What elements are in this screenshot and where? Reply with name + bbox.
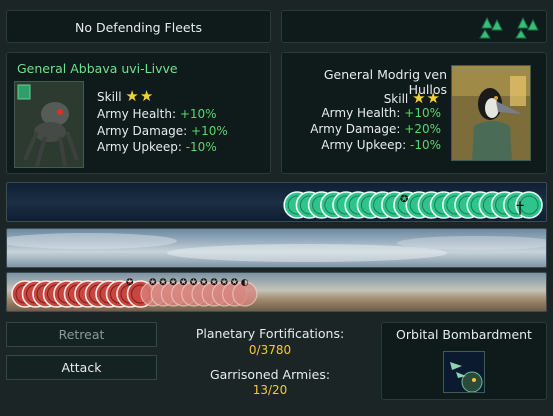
clouds-backdrop — [7, 233, 546, 262]
army-rank-icon: ✪ — [126, 278, 134, 288]
defender-army-damage: Army Damage: +20% — [310, 122, 441, 136]
garrison-label: Garrisoned Armies: — [209, 367, 331, 382]
attacker-army-health: Army Health: +10% — [97, 107, 217, 121]
army-rank-icon: ◐ — [241, 278, 249, 288]
orbital-bombardment-panel: Orbital Bombardment — [381, 322, 547, 400]
retreat-button[interactable]: Retreat — [6, 322, 157, 347]
defender-general-portrait[interactable] — [451, 65, 531, 161]
attacker-general-portrait[interactable] — [14, 81, 84, 168]
skill-stars-icon: ★★ — [412, 89, 441, 107]
attacker-army-upkeep: Army Upkeep: -10% — [97, 140, 217, 154]
garrison-value: 13/20 — [252, 383, 288, 397]
no-defending-fleets-label: No Defending Fleets — [75, 20, 202, 35]
general-cross-icon: † — [516, 198, 524, 217]
skill-stars-icon: ★★ — [125, 87, 155, 105]
fortifications-value: 0/3780 — [248, 343, 292, 357]
defender-army-upkeep: Army Upkeep: -10% — [321, 138, 441, 152]
bombardment-icon[interactable] — [443, 351, 485, 393]
attack-button[interactable]: Attack — [6, 355, 157, 380]
no-defending-fleets-panel: No Defending Fleets — [6, 10, 271, 43]
attacker-general-name: General Abbava uvi-Livve — [17, 61, 178, 76]
attacker-army-damage: Army Damage: +10% — [97, 124, 228, 138]
army-rank-icon: ✪ — [400, 194, 408, 205]
attacker-armies-track: ✪ ✪ ✪ ✪ ✪ ✪ ✪ ✪ ✪ ◐✪ — [11, 278, 258, 308]
fleet-icons-panel — [281, 10, 547, 43]
defender-skill: Skill ★★ — [383, 89, 441, 107]
defender-armies-track: ✪ † — [283, 191, 543, 219]
defender-general-panel: General Modrig ven Hullos Skill ★★ Army … — [281, 52, 547, 174]
avian-portrait-icon — [452, 66, 530, 160]
attacker-general-panel: General Abbava uvi-Livve Skill ★★ Army H… — [6, 52, 271, 174]
fleet-icon[interactable] — [479, 14, 505, 40]
fortifications-label: Planetary Fortifications: — [195, 326, 345, 341]
attacker-armies-bar: ✪ ✪ ✪ ✪ ✪ ✪ ✪ ✪ ✪ ◐ ✪ — [6, 272, 547, 312]
orbital-bombardment-label: Orbital Bombardment — [396, 327, 532, 342]
alien-portrait-icon — [15, 82, 83, 167]
defender-army-health: Army Health: +10% — [321, 106, 441, 120]
defender-armies-bar: ✪ † — [6, 182, 547, 222]
battlefield-view — [6, 228, 547, 268]
attacker-skill: Skill ★★ — [97, 87, 155, 105]
fleet-icon[interactable] — [515, 14, 541, 40]
